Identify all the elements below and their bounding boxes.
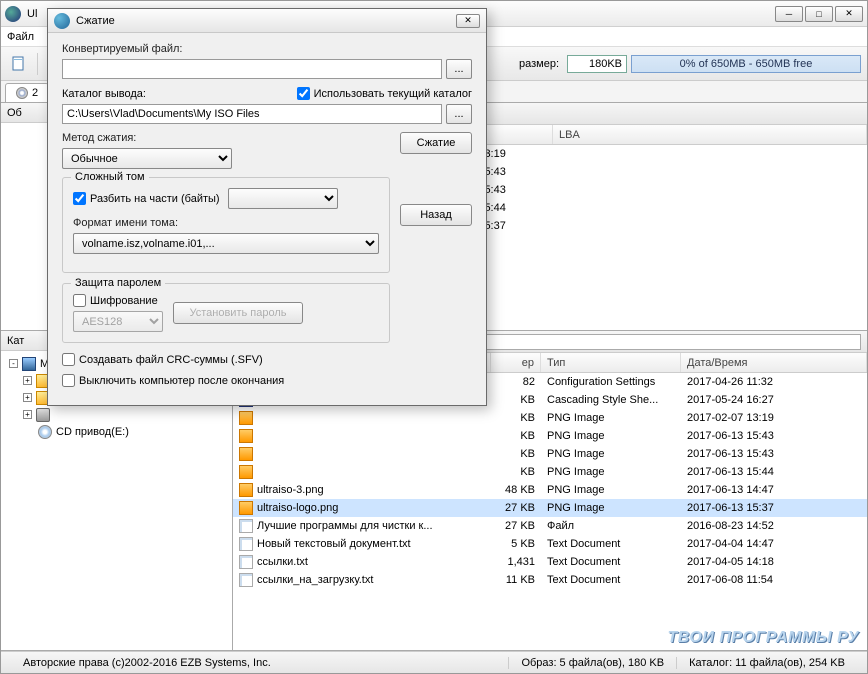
- close-button[interactable]: ✕: [835, 6, 863, 22]
- col-size[interactable]: ер: [491, 353, 541, 372]
- output-dir-input[interactable]: [62, 104, 442, 124]
- file-icon: [239, 573, 253, 587]
- file-icon: [239, 555, 253, 569]
- method-select[interactable]: Обычное: [62, 148, 232, 169]
- crc-checkbox[interactable]: Создавать файл CRC-суммы (.SFV): [62, 353, 390, 366]
- tree-item[interactable]: CD привод(E:): [5, 423, 228, 440]
- table-row[interactable]: ultraiso-logo.png27 KBPNG Image2017-06-1…: [233, 499, 867, 517]
- col-lba[interactable]: LBA: [553, 125, 867, 144]
- col-date[interactable]: Дата/Время: [681, 353, 867, 372]
- expand-icon[interactable]: +: [23, 410, 32, 419]
- encrypt-checkbox[interactable]: Шифрование: [73, 294, 163, 307]
- expand-icon[interactable]: +: [23, 393, 32, 402]
- password-group-label: Защита паролем: [71, 277, 165, 289]
- convert-file-input[interactable]: [62, 59, 442, 79]
- expand-icon[interactable]: +: [23, 376, 32, 385]
- drive-icon: [36, 408, 50, 422]
- file-icon: [239, 537, 253, 551]
- progress-bar: 0% of 650MB - 650MB free: [631, 55, 861, 73]
- toolbar-separator: [37, 53, 38, 75]
- disc-icon: [16, 87, 28, 99]
- table-row[interactable]: ссылки.txt1,431Text Document2017-04-05 1…: [233, 553, 867, 571]
- split-checkbox[interactable]: Разбить на части (байты): [73, 192, 220, 205]
- image-tab[interactable]: 2: [5, 83, 49, 102]
- dialog-title: Сжатие: [76, 15, 456, 27]
- file-icon: [239, 429, 253, 443]
- toolbar-new-icon[interactable]: [7, 52, 31, 76]
- file-icon: [239, 519, 253, 533]
- volname-select[interactable]: volname.isz,volname.i01,...: [73, 233, 379, 254]
- compress-button[interactable]: Сжатие: [400, 132, 472, 154]
- table-row[interactable]: KBPNG Image2017-06-13 15:43: [233, 427, 867, 445]
- tab-label: 2: [32, 87, 38, 99]
- cd-icon: [38, 425, 52, 439]
- statusbar: Авторские права (c)2002-2016 EZB Systems…: [1, 651, 867, 673]
- table-row[interactable]: ultraiso-3.png48 KBPNG Image2017-06-13 1…: [233, 481, 867, 499]
- minimize-button[interactable]: ─: [775, 6, 803, 22]
- table-row[interactable]: ссылки_на_загрузку.txt11 KBText Document…: [233, 571, 867, 589]
- browse-output-button[interactable]: ...: [446, 104, 472, 124]
- computer-icon: [22, 357, 36, 371]
- status-image: Образ: 5 файла(ов), 180 KB: [508, 657, 676, 669]
- use-current-checkbox[interactable]: Использовать текущий каталог: [297, 87, 472, 100]
- menu-file[interactable]: Файл: [7, 31, 34, 43]
- dialog-titlebar[interactable]: Сжатие ✕: [48, 9, 486, 33]
- table-row[interactable]: KBPNG Image2017-06-13 15:44: [233, 463, 867, 481]
- file-icon: [239, 483, 253, 497]
- convert-file-label: Конвертируемый файл:: [62, 43, 472, 55]
- set-password-button: Установить пароль: [173, 302, 303, 324]
- tree-item[interactable]: +: [5, 406, 228, 423]
- file-icon: [239, 447, 253, 461]
- table-row[interactable]: KBPNG Image2017-02-07 13:19: [233, 409, 867, 427]
- file-icon: [239, 501, 253, 515]
- size-field[interactable]: [567, 55, 627, 73]
- file-icon: [239, 411, 253, 425]
- table-row[interactable]: KBPNG Image2017-06-13 15:43: [233, 445, 867, 463]
- volname-label: Формат имени тома:: [73, 217, 379, 229]
- file-icon: [239, 465, 253, 479]
- method-label: Метод сжатия:: [62, 132, 390, 144]
- size-label: размер:: [519, 58, 559, 70]
- col-type[interactable]: Тип: [541, 353, 681, 372]
- split-size-select[interactable]: [228, 188, 338, 209]
- shutdown-checkbox[interactable]: Выключить компьютер после окончания: [62, 374, 390, 387]
- complex-group-label: Сложный том: [71, 171, 149, 183]
- dialog-icon: [54, 13, 70, 29]
- back-button[interactable]: Назад: [400, 204, 472, 226]
- status-copyright: Авторские права (c)2002-2016 EZB Systems…: [11, 657, 508, 669]
- cipher-select: AES128: [73, 311, 163, 332]
- expand-icon[interactable]: -: [9, 359, 18, 368]
- table-row[interactable]: Лучшие программы для чистки к...27 KBФай…: [233, 517, 867, 535]
- table-row[interactable]: Новый текстовый документ.txt5 KBText Doc…: [233, 535, 867, 553]
- dialog-close-button[interactable]: ✕: [456, 14, 480, 28]
- output-dir-label: Каталог вывода:: [62, 88, 146, 100]
- status-catalog: Каталог: 11 файла(ов), 254 KB: [676, 657, 857, 669]
- compression-dialog: Сжатие ✕ Конвертируемый файл: ... Катало…: [47, 8, 487, 406]
- browse-source-button[interactable]: ...: [446, 59, 472, 79]
- app-icon: [5, 6, 21, 22]
- maximize-button[interactable]: □: [805, 6, 833, 22]
